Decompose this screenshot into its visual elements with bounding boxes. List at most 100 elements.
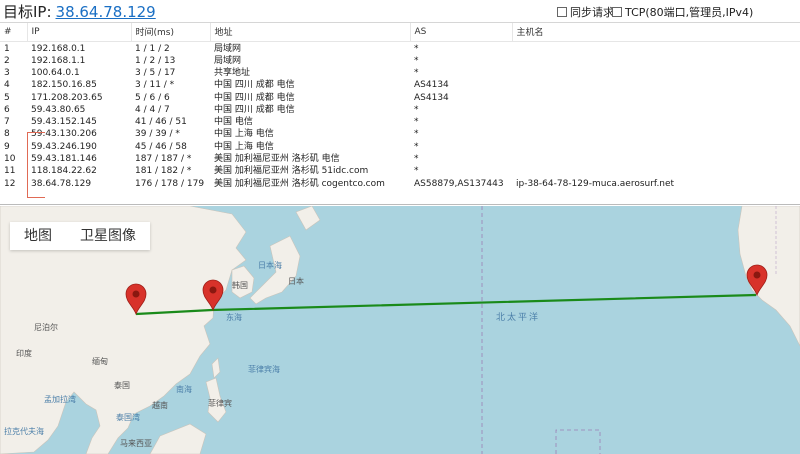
col-header-ip[interactable]: IP <box>27 23 132 42</box>
cell-address: 美国 加利福尼亚州 洛杉矶 51idc.com <box>214 166 369 177</box>
cell-index: 5 <box>4 92 10 103</box>
cell-hostname: ip-38-64-78-129-muca.aerosurf.net <box>516 178 675 189</box>
label-south-sea: 南海 <box>176 385 192 394</box>
cell-address: 中国 上海 电信 <box>214 141 274 152</box>
hokkaido-land <box>295 206 321 231</box>
cell-address: 局域网 <box>214 43 242 54</box>
cell-hostname <box>512 153 800 165</box>
label-north-pacific: 北太平洋 <box>496 313 541 323</box>
table-row[interactable]: 6 59.43.80.65 4 / 4 / 7 中国 四川 成都 电信 * <box>0 104 800 116</box>
cell-time: 45 / 46 / 58 <box>135 141 187 152</box>
tab-satellite[interactable]: 卫星图像 <box>66 222 150 250</box>
table-row[interactable]: 12 38.64.78.129 176 / 178 / 179 美国 加利福尼亚州 洛… <box>0 177 800 189</box>
col-header-hostname[interactable]: 主机名 <box>512 23 800 42</box>
label-japan-sea: 日本海 <box>258 261 282 270</box>
col-header-as[interactable]: AS <box>410 23 513 42</box>
cell-time: 4 / 4 / 7 <box>135 104 170 115</box>
cell-hostname <box>512 41 800 55</box>
cell-ip: 59.43.152.145 <box>31 117 97 128</box>
label-bengal-bay: 孟加拉湾 <box>44 395 76 404</box>
target-ip-link[interactable]: 38.64.78.129 <box>56 3 156 21</box>
map-type-tabs: 地图 卫星图像 <box>10 222 150 250</box>
cell-as: * <box>414 43 419 54</box>
cell-time: 176 / 178 / 179 <box>135 178 205 189</box>
label-korea: 韩国 <box>232 281 248 290</box>
table-row[interactable]: 7 59.43.152.145 41 / 46 / 51 中国 电信 * <box>0 116 800 128</box>
col-header-address[interactable]: 地址 <box>210 23 411 42</box>
cell-address: 中国 四川 成都 电信 <box>214 92 295 103</box>
cell-index: 1 <box>4 43 10 54</box>
cell-hostname <box>512 165 800 177</box>
table-row[interactable]: 5 171.208.203.65 5 / 6 / 6 中国 四川 成都 电信 AS413… <box>0 91 800 103</box>
route-map[interactable]: 地图 卫星图像 日本海 韩国 日本 东海 北太平洋 尼泊尔 印度 缅甸 菲律宾海… <box>0 206 800 454</box>
cell-time: 181 / 182 / * <box>135 166 192 177</box>
cell-ip: 59.43.80.65 <box>31 104 86 115</box>
cell-as: * <box>414 141 419 152</box>
table-row[interactable]: 8 59.43.130.206 39 / 39 / * 中国 上海 电信 * <box>0 128 800 140</box>
target-label-text: 目标IP: <box>3 3 52 21</box>
cell-time: 3 / 5 / 17 <box>135 67 176 78</box>
col-header-index[interactable]: # <box>0 23 28 42</box>
col-header-time[interactable]: 时间(ms) <box>131 23 211 42</box>
sync-request-checkbox[interactable]: 同步请求 <box>557 4 614 20</box>
cell-hostname <box>512 55 800 67</box>
cell-address: 中国 四川 成都 电信 <box>214 104 295 115</box>
cell-address: 共享地址 <box>214 67 251 78</box>
cell-as: * <box>414 104 419 115</box>
tab-map[interactable]: 地图 <box>10 222 66 250</box>
cell-hostname <box>512 141 800 153</box>
tcp-checkbox[interactable]: TCP(80端口,管理员,IPv4) <box>612 4 753 20</box>
cell-time: 1 / 2 / 13 <box>135 55 176 66</box>
table-row[interactable]: 4 182.150.16.85 3 / 11 / * 中国 四川 成都 电信 AS413… <box>0 79 800 91</box>
cell-hostname <box>512 79 800 91</box>
label-myanmar: 缅甸 <box>92 357 108 366</box>
cell-as: AS4134 <box>414 80 449 91</box>
cell-ip: 182.150.16.85 <box>31 80 97 91</box>
hop-table: # IP 时间(ms) 地址 AS 主机名 1 192.168.0.1 1 / 1 … <box>0 23 800 190</box>
cell-as: * <box>414 67 419 78</box>
table-row[interactable]: 10 59.43.181.146 187 / 187 / * 美国 加利福尼亚州 洛杉… <box>0 153 800 165</box>
label-india: 印度 <box>16 349 32 358</box>
cell-as: * <box>414 166 419 177</box>
borneo-land <box>149 423 207 454</box>
cell-time: 3 / 11 / * <box>135 80 175 91</box>
table-header-row: # IP 时间(ms) 地址 AS 主机名 <box>0 23 800 42</box>
cell-address: 中国 四川 成都 电信 <box>214 80 295 91</box>
cell-index: 3 <box>4 67 10 78</box>
table-row[interactable]: 9 59.43.246.190 45 / 46 / 58 中国 上海 电信 * <box>0 141 800 153</box>
cell-as: * <box>414 117 419 128</box>
cell-time: 5 / 6 / 6 <box>135 92 170 103</box>
cell-address: 中国 上海 电信 <box>214 129 274 140</box>
cell-time: 1 / 1 / 2 <box>135 43 170 54</box>
label-philippine-sea: 菲律宾海 <box>248 365 280 374</box>
taiwan-land <box>211 357 221 379</box>
top-bar: 目标IP: 38.64.78.129 同步请求 TCP(80端口,管理员,IPv4… <box>0 0 800 22</box>
cell-index: 10 <box>4 154 16 165</box>
cell-address: 局域网 <box>214 55 242 66</box>
cell-index: 9 <box>4 141 10 152</box>
ip-highlight-bracket <box>27 132 45 198</box>
cell-index: 12 <box>4 178 16 189</box>
cell-time: 187 / 187 / * <box>135 154 192 165</box>
cell-time: 39 / 39 / * <box>135 129 180 140</box>
cell-hostname <box>512 128 800 140</box>
table-row[interactable]: 3 100.64.0.1 3 / 5 / 17 共享地址 * <box>0 67 800 79</box>
cell-hostname <box>512 67 800 79</box>
cell-index: 6 <box>4 104 10 115</box>
cell-hostname <box>512 104 800 116</box>
cell-index: 4 <box>4 80 10 91</box>
cell-address: 中国 电信 <box>214 117 253 128</box>
table-row[interactable]: 11 118.184.22.62 181 / 182 / * 美国 加利福尼亚州 洛杉… <box>0 165 800 177</box>
cell-as: * <box>414 129 419 140</box>
table-row[interactable]: 2 192.168.1.1 1 / 2 / 13 局域网 * <box>0 55 800 67</box>
table-row[interactable]: 1 192.168.0.1 1 / 1 / 2 局域网 * <box>0 41 800 55</box>
cell-as: AS4134 <box>414 92 449 103</box>
label-thai-gulf: 泰国湾 <box>116 413 140 422</box>
label-malaysia: 马来西亚 <box>120 439 152 448</box>
tcp-checkbox-box[interactable] <box>612 7 622 17</box>
cell-address: 美国 加利福尼亚州 洛杉矶 电信 <box>214 154 340 165</box>
cell-hostname <box>512 91 800 103</box>
cell-ip: 192.168.0.1 <box>31 43 86 54</box>
label-nepal: 尼泊尔 <box>34 323 58 332</box>
sync-checkbox-box[interactable] <box>557 7 567 17</box>
